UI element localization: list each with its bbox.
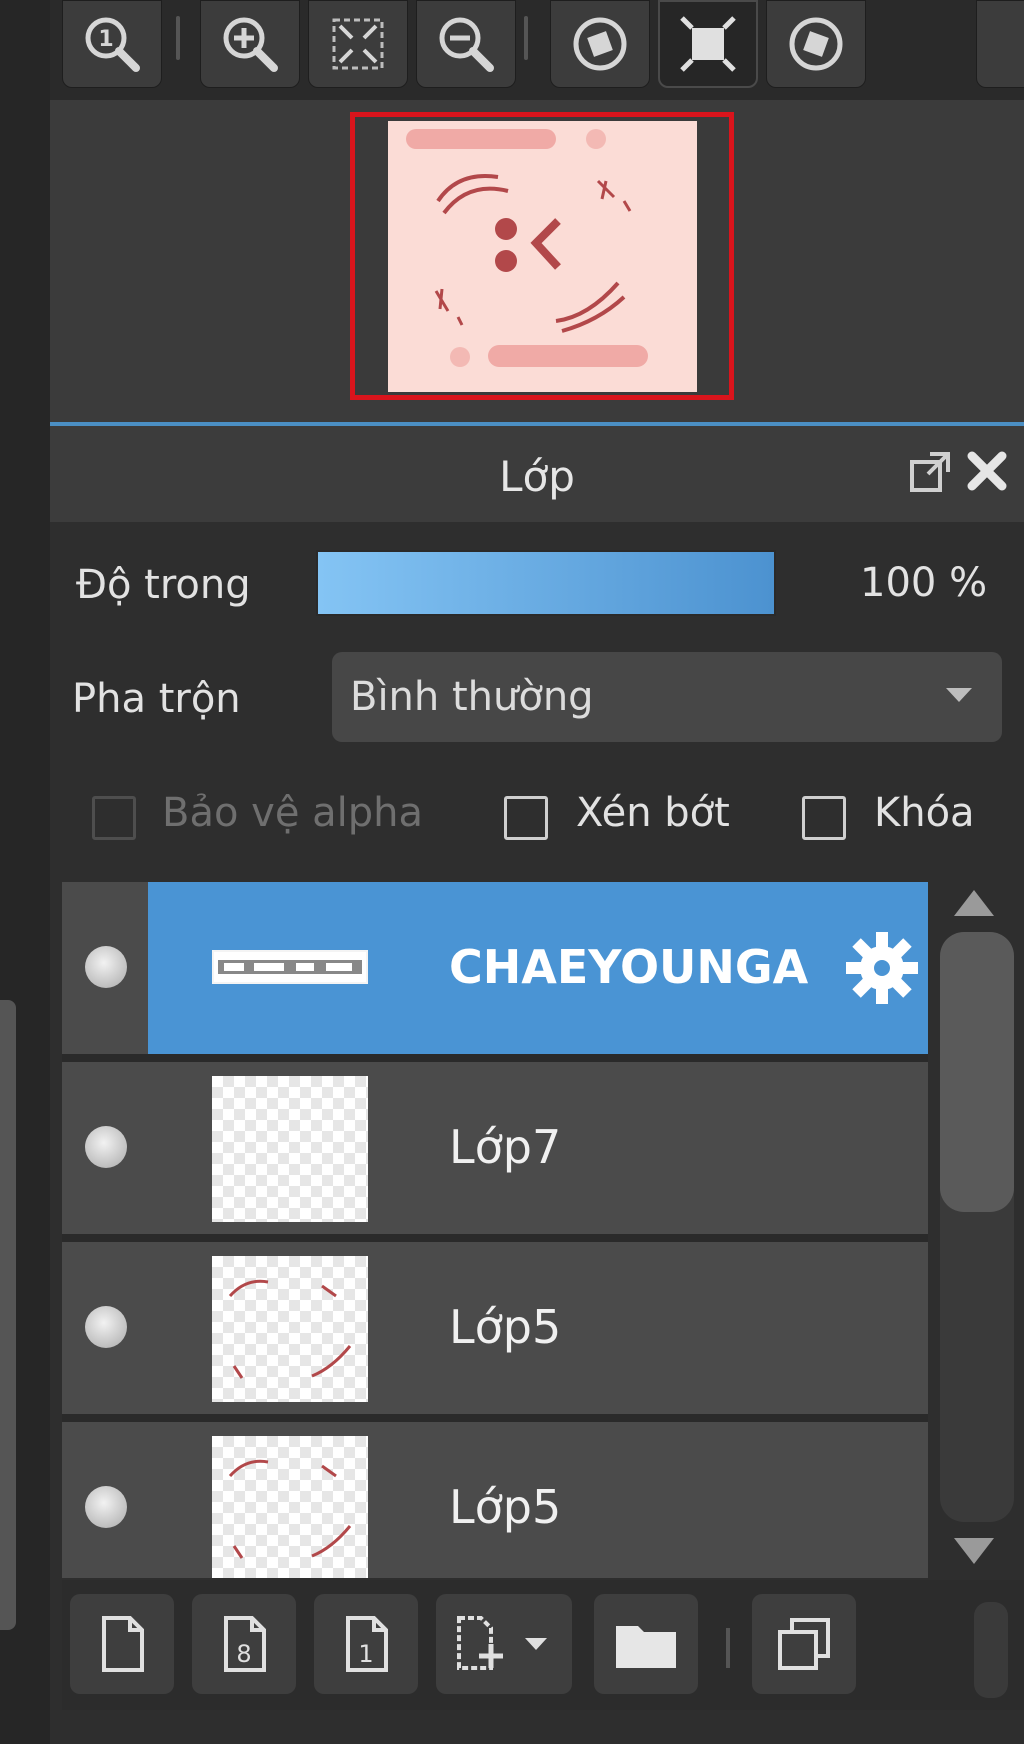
- layer-panel-header: Lớp: [50, 426, 1024, 522]
- reset-rotation-button[interactable]: [658, 0, 758, 88]
- layer-thumbnail: [212, 1436, 368, 1578]
- protect-alpha-label: Bảo vệ alpha: [162, 790, 424, 836]
- fit-to-window-button[interactable]: [308, 0, 408, 88]
- blend-mode-value: Bình thường: [350, 674, 594, 720]
- lock-label: Khóa: [874, 790, 975, 836]
- fit-screen-icon: [332, 18, 384, 70]
- layer-actions-bar: 8 1: [62, 1580, 1024, 1710]
- rotate-right-button[interactable]: [766, 0, 866, 88]
- protect-alpha-checkbox[interactable]: [92, 796, 136, 840]
- view-toolbar: 1: [50, 0, 1024, 100]
- visibility-cell: [62, 882, 148, 1054]
- new-folder-button[interactable]: [594, 1594, 698, 1694]
- visibility-cell: [62, 1062, 148, 1234]
- main-panel: 1 Lớp Độ trong 100 % Pha trộn Bình thườn…: [50, 0, 1024, 1744]
- opacity-slider[interactable]: [316, 550, 776, 616]
- layer-row[interactable]: Lớp5: [62, 1422, 928, 1578]
- rotate-right-icon: [789, 17, 843, 71]
- clipping-label: Xén bớt: [576, 790, 730, 836]
- svg-text:1: 1: [98, 27, 113, 52]
- new-page-icon: [102, 1616, 144, 1672]
- new-1bit-layer-button[interactable]: 1: [314, 1594, 418, 1694]
- visibility-toggle-icon[interactable]: [85, 1306, 127, 1348]
- layer-list-scrollbar[interactable]: [930, 882, 1024, 1578]
- zoom-out-button[interactable]: [416, 0, 516, 88]
- visibility-toggle-icon[interactable]: [85, 1126, 127, 1168]
- scroll-up-icon[interactable]: [954, 890, 994, 916]
- reset-view-icon: [680, 16, 736, 72]
- layer-name: CHAEYOUNGA: [449, 940, 809, 994]
- layer-name: Lớp5: [449, 1300, 562, 1354]
- layer-name: Lớp7: [449, 1120, 562, 1174]
- duplicate-layer-button[interactable]: [752, 1594, 856, 1694]
- visibility-cell: [62, 1242, 148, 1414]
- folder-icon: [616, 1626, 676, 1668]
- layer-name: Lớp5: [449, 1480, 562, 1534]
- layer-row[interactable]: Lớp5: [62, 1242, 928, 1418]
- visibility-cell: [62, 1422, 148, 1578]
- page-8-icon: 8: [224, 1616, 266, 1672]
- layer-thumbnail: [212, 1256, 368, 1402]
- blend-mode-select[interactable]: Bình thường: [332, 652, 1002, 742]
- detach-panel-icon[interactable]: [906, 448, 954, 496]
- layer-list: CHAEYOUNGA Lớp7 Lớp5 Lớp5: [62, 882, 928, 1578]
- panel-title: Lớp: [499, 452, 575, 501]
- layer-thumbnail: [212, 950, 368, 984]
- clipping-checkbox[interactable]: [504, 796, 548, 840]
- canvas-thumbnail: [388, 121, 697, 392]
- svg-text:1: 1: [358, 1640, 373, 1668]
- navigator-preview[interactable]: [50, 100, 1024, 422]
- rotate-left-button[interactable]: [550, 0, 650, 88]
- add-page-dropdown-icon: [457, 1616, 547, 1670]
- actions-bar-scroll[interactable]: [974, 1602, 1008, 1698]
- new-8bit-layer-button[interactable]: 8: [192, 1594, 296, 1694]
- toolbar-separator: [726, 1628, 730, 1668]
- zoom-1-icon: 1: [85, 17, 140, 72]
- close-icon[interactable]: [964, 448, 1010, 494]
- opacity-value: 100 %: [860, 560, 988, 606]
- scroll-thumb[interactable]: [940, 932, 1014, 1212]
- toolbar-separator: [524, 16, 528, 60]
- svg-text:8: 8: [236, 1640, 251, 1668]
- gear-icon[interactable]: [842, 928, 922, 1008]
- scroll-down-icon[interactable]: [954, 1538, 994, 1564]
- duplicate-icon: [778, 1618, 830, 1670]
- layer-row[interactable]: CHAEYOUNGA: [62, 882, 928, 1058]
- zoom-actual-size-button[interactable]: 1: [62, 0, 162, 88]
- left-panel-strip: [0, 0, 50, 1744]
- zoom-in-icon: [223, 17, 278, 72]
- visibility-toggle-icon[interactable]: [85, 1486, 127, 1528]
- opacity-label: Độ trong: [76, 562, 251, 608]
- zoom-out-icon: [439, 17, 494, 72]
- lock-checkbox[interactable]: [802, 796, 846, 840]
- chevron-down-icon: [946, 688, 972, 702]
- visibility-toggle-icon[interactable]: [85, 946, 127, 988]
- navigator-view-frame[interactable]: [350, 112, 734, 400]
- add-layer-menu-button[interactable]: [436, 1594, 572, 1694]
- layer-row[interactable]: Lớp7: [62, 1062, 928, 1238]
- blend-mode-label: Pha trộn: [72, 676, 241, 722]
- new-layer-button[interactable]: [70, 1594, 174, 1694]
- layer-thumbnail: [212, 1076, 368, 1222]
- toolbar-separator: [176, 16, 180, 60]
- page-1-icon: 1: [346, 1616, 388, 1672]
- zoom-in-button[interactable]: [200, 0, 300, 88]
- rotate-left-icon: [573, 17, 627, 71]
- left-scrollbar[interactable]: [0, 1000, 16, 1630]
- toolbar-overflow-button[interactable]: [976, 0, 1024, 88]
